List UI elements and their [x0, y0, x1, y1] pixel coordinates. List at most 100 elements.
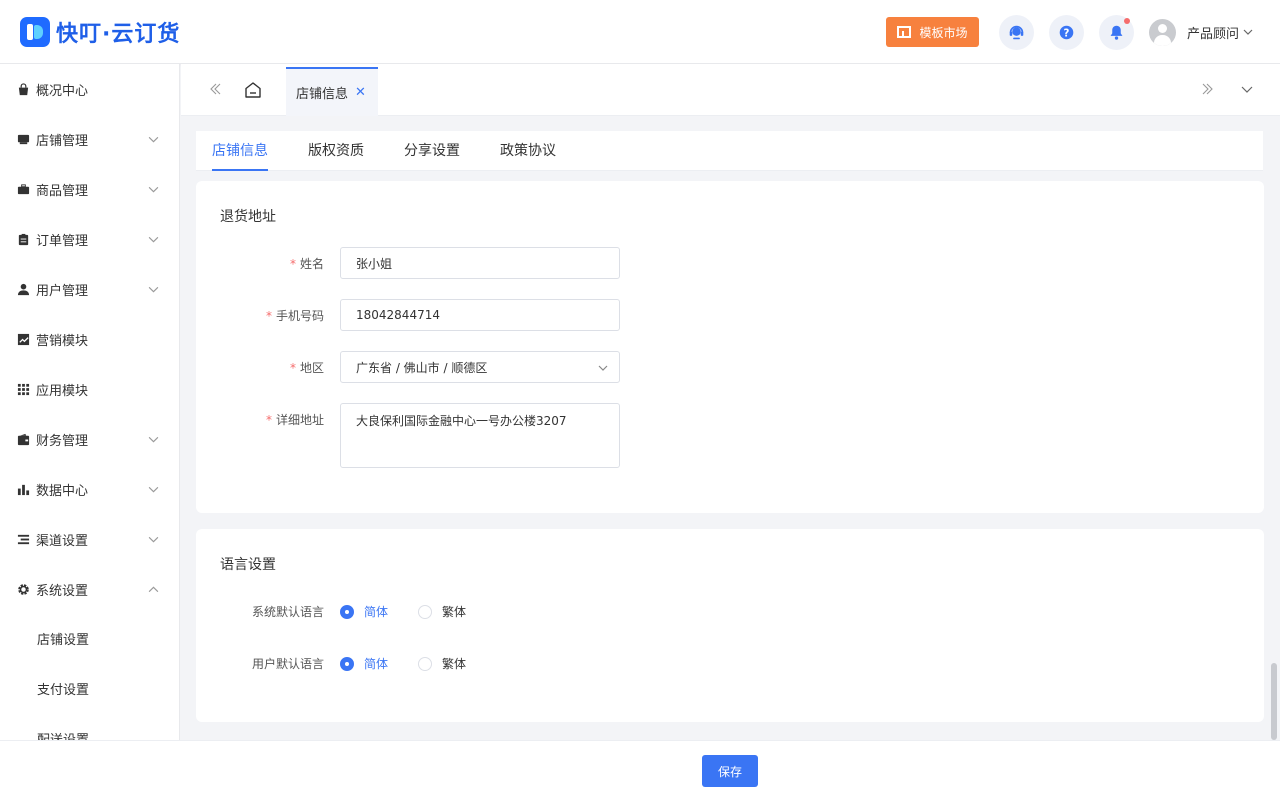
brand-logo[interactable]: 快叮·云订货 [20, 16, 180, 48]
system-language-label: 系统默认语言 [251, 605, 324, 619]
headset-icon [1009, 25, 1024, 40]
sidebar-item-label: 营销模块 [36, 333, 89, 349]
save-button[interactable]: 保存 [702, 755, 758, 787]
chevron-down-icon [598, 365, 608, 371]
required-mark: * [289, 361, 296, 375]
language-settings-card: 语言设置 系统默认语言 简体 繁体 用户默认语言 简体 繁体 [196, 529, 1264, 722]
svg-text:?: ? [1064, 28, 1070, 39]
sidebar-item-label: 店铺管理 [36, 133, 89, 149]
clipboard-icon [16, 232, 30, 246]
notification-button[interactable] [1099, 15, 1134, 50]
template-market-label: 模板市场 [919, 25, 968, 40]
scrollbar[interactable] [1271, 663, 1277, 740]
sidebar-subitem-label: 支付设置 [37, 682, 90, 698]
sidebar-item-label: 用户管理 [36, 283, 89, 299]
name-label: * 姓名 [289, 257, 324, 271]
list-icon [16, 532, 30, 546]
chevron-down-icon [148, 136, 159, 143]
sidebar-subitem-store-settings[interactable]: 店铺设置 [0, 613, 179, 663]
sidebar-item-channel[interactable]: 渠道设置 [0, 514, 179, 564]
sidebar-subitem-payment-settings[interactable]: 支付设置 [0, 663, 179, 713]
sidebar-item-label: 应用模块 [36, 383, 89, 399]
radio-dot [340, 604, 354, 619]
radio-dot [418, 656, 432, 671]
subtab-share[interactable]: 分享设置 [404, 131, 460, 171]
brand-name: 快叮·云订货 [56, 22, 181, 47]
sidebar-item-label: 财务管理 [36, 433, 89, 449]
chart-icon [16, 332, 30, 346]
sidebar-item-label: 系统设置 [36, 583, 89, 599]
sidebar-item-overview[interactable]: 概况中心 [0, 64, 179, 114]
required-mark: * [289, 257, 296, 271]
detail-address-label: * 详细地址 [265, 413, 324, 427]
top-bar: 快叮·云订货 模板市场 ? 产品顾问 [0, 0, 1280, 64]
chevron-down-icon[interactable] [1239, 81, 1255, 97]
name-input[interactable]: 张小姐 [340, 247, 620, 279]
user-language-simplified-radio[interactable]: 简体 [340, 655, 388, 672]
sidebar-item-store[interactable]: 店铺管理 [0, 114, 179, 164]
subtab-policy[interactable]: 政策协议 [500, 131, 556, 171]
avatar [1149, 18, 1176, 46]
required-mark: * [265, 413, 272, 427]
sidebar-item-finance[interactable]: 财务管理 [0, 414, 179, 464]
close-icon[interactable]: ✕ [355, 85, 366, 100]
chevron-down-icon [148, 236, 159, 243]
sidebar-subitem-label: 配送设置 [37, 732, 90, 741]
double-chevron-right-icon[interactable] [1200, 81, 1216, 97]
customer-service-button[interactable] [999, 15, 1034, 50]
radio-dot [418, 604, 432, 619]
briefcase-icon [16, 182, 30, 196]
user-name: 产品顾问 [1187, 26, 1240, 42]
sidebar-item-label: 商品管理 [36, 183, 89, 199]
chevron-up-icon [148, 586, 159, 593]
return-address-card: 退货地址 * 姓名 张小姐 * 手机号码 18042844714 * 地区 广东省 /… [196, 181, 1264, 513]
user-menu[interactable]: 产品顾问 [1149, 18, 1253, 46]
sidebar-item-label: 订单管理 [36, 233, 89, 249]
grid-icon [16, 382, 30, 396]
sidebar: 概况中心 店铺管理 商品管理 订单管理 用户管理 营销模块 应用模块 财务管理 … [0, 64, 180, 740]
tab-label: 店铺信息 [296, 87, 349, 102]
sidebar-item-label: 渠道设置 [36, 533, 89, 549]
system-language-traditional-radio[interactable]: 繁体 [418, 603, 466, 620]
user-icon [16, 282, 30, 296]
detail-address-textarea[interactable]: 大良保利国际金融中心一号办公楼3207 [340, 403, 620, 468]
chevron-down-icon [148, 486, 159, 493]
bar-chart-icon [16, 482, 30, 496]
subtab-store-info[interactable]: 店铺信息 [212, 131, 268, 171]
sidebar-item-orders[interactable]: 订单管理 [0, 214, 179, 264]
sidebar-item-system[interactable]: 系统设置 [0, 564, 179, 614]
tab-bar: 店铺信息 ✕ [181, 64, 1280, 116]
chevron-down-icon [1243, 29, 1253, 35]
region-select[interactable]: 广东省 / 佛山市 / 顺德区 [340, 351, 620, 383]
sidebar-item-goods[interactable]: 商品管理 [0, 164, 179, 214]
sidebar-item-apps[interactable]: 应用模块 [0, 364, 179, 414]
region-value: 广东省 / 佛山市 / 顺德区 [356, 360, 488, 375]
user-language-traditional-radio[interactable]: 繁体 [418, 655, 466, 672]
tab-store-info[interactable]: 店铺信息 ✕ [286, 67, 378, 116]
subtab-copyright[interactable]: 版权资质 [308, 131, 364, 171]
gear-icon [16, 582, 30, 596]
system-language-simplified-radio[interactable]: 简体 [340, 603, 388, 620]
required-mark: * [265, 309, 272, 323]
logo-mark-icon [20, 17, 50, 47]
sidebar-subitem-delivery-settings[interactable]: 配送设置 [0, 713, 179, 741]
user-language-label: 用户默认语言 [251, 657, 324, 671]
radio-dot [340, 656, 354, 671]
layout-icon [897, 26, 912, 38]
sidebar-item-label: 概况中心 [36, 83, 89, 99]
settings-subtabs: 店铺信息 版权资质 分享设置 政策协议 [196, 131, 1263, 171]
sidebar-item-data[interactable]: 数据中心 [0, 464, 179, 514]
template-market-button[interactable]: 模板市场 [886, 17, 979, 47]
help-button[interactable]: ? [1049, 15, 1084, 50]
bottom-action-bar: 保存 [0, 740, 1280, 800]
chevron-down-icon [148, 536, 159, 543]
sidebar-subitem-label: 店铺设置 [37, 632, 90, 648]
notification-badge [1124, 18, 1130, 24]
phone-input[interactable]: 18042844714 [340, 299, 620, 331]
bag-icon [16, 82, 30, 96]
home-icon[interactable] [243, 80, 263, 100]
sidebar-item-marketing[interactable]: 营销模块 [0, 314, 179, 364]
chevron-down-icon [148, 436, 159, 443]
double-chevron-left-icon[interactable] [207, 81, 223, 97]
sidebar-item-users[interactable]: 用户管理 [0, 264, 179, 314]
